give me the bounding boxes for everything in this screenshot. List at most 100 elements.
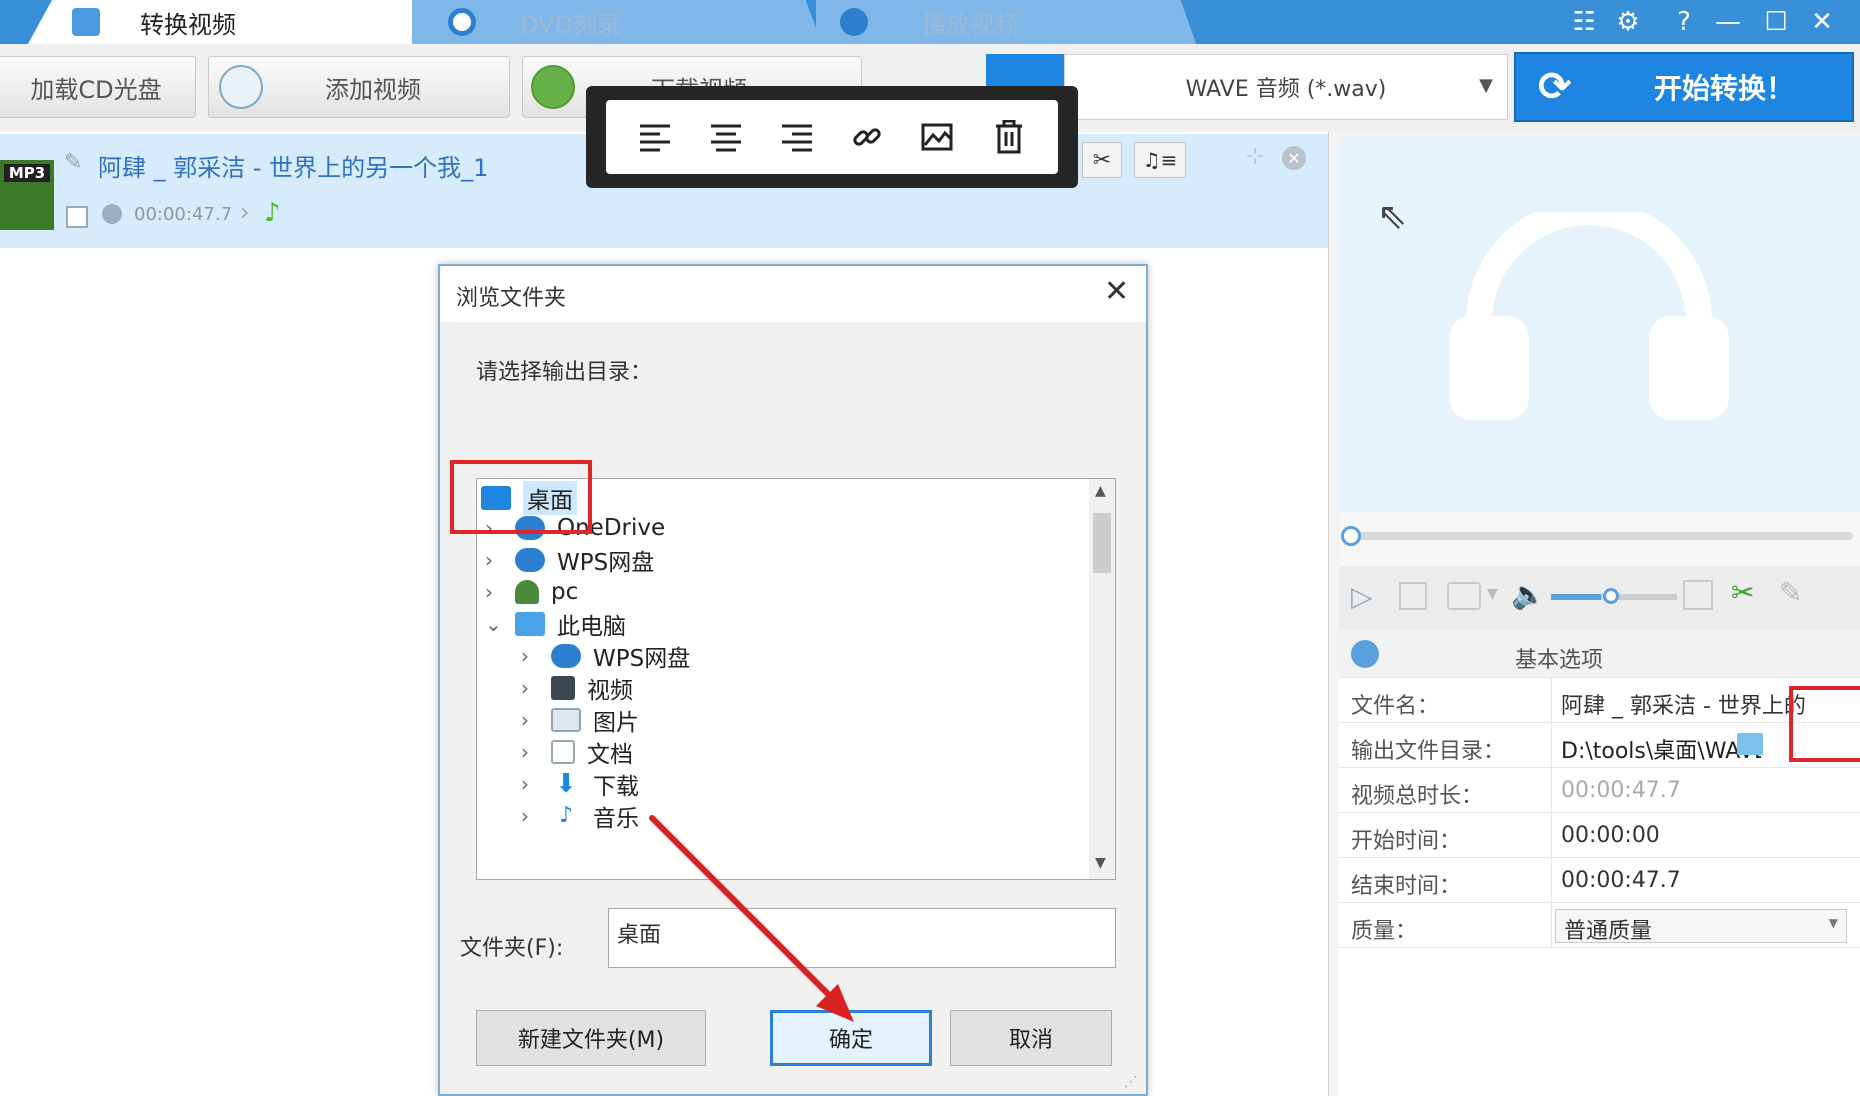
- chevron-right-icon[interactable]: ›: [485, 548, 501, 572]
- player-controls: ▷ ▼ 🔈 ✂ ✎: [1339, 566, 1860, 630]
- chevron-right-icon[interactable]: ›: [521, 676, 537, 700]
- feedback-icon[interactable]: ☷: [1566, 6, 1602, 38]
- option-label: 结束时间：: [1351, 874, 1462, 899]
- cancel-button[interactable]: 取消: [950, 1010, 1112, 1066]
- dialog-title-bar: 浏览文件夹 ✕: [440, 266, 1146, 322]
- tree-item-label: 图片: [593, 710, 639, 736]
- cut-icon[interactable]: ✂: [1082, 142, 1122, 178]
- help-icon[interactable]: ?: [1666, 6, 1702, 38]
- add-video-button[interactable]: 添加视频: [208, 56, 510, 118]
- tree-item-label: 视频: [587, 678, 633, 704]
- chevron-right-icon[interactable]: ›: [485, 580, 501, 604]
- chevron-right-icon[interactable]: ›: [521, 804, 537, 828]
- tab-label: 播放视频: [922, 10, 1018, 39]
- music-folder-icon: ♪: [558, 803, 574, 828]
- scissors-icon[interactable]: ✂: [1731, 576, 1754, 609]
- camera-icon[interactable]: [1447, 582, 1481, 610]
- pin-icon[interactable]: ⊹: [1246, 144, 1264, 169]
- edit-pencil-icon[interactable]: ✎: [64, 150, 82, 175]
- tab-label: 转换视频: [140, 10, 236, 39]
- tab-dvd-burn[interactable]: DVD刻录: [412, 0, 822, 44]
- chevron-right-icon[interactable]: ›: [521, 740, 537, 764]
- chevron-down-icon[interactable]: ⌄: [485, 612, 502, 636]
- end-time-field[interactable]: 00:00:47.7: [1561, 868, 1851, 893]
- scroll-up-icon[interactable]: ▲: [1095, 483, 1106, 499]
- align-right-icon[interactable]: [777, 117, 817, 157]
- remove-icon[interactable]: ✕: [1282, 146, 1306, 170]
- option-label: 输出文件目录：: [1351, 739, 1506, 764]
- chevron-right-icon[interactable]: ›: [521, 644, 537, 668]
- annotation-arrow-icon: [649, 815, 854, 1022]
- play-icon[interactable]: ▷: [1351, 580, 1373, 613]
- options-header: 基本选项: [1339, 632, 1860, 678]
- format-select[interactable]: WAVE 音频 (*.wav) ▼: [1064, 54, 1508, 120]
- cancel-label: 取消: [1008, 1028, 1053, 1053]
- user-icon: [515, 580, 539, 604]
- quality-select[interactable]: 普通质量 ▼: [1555, 909, 1847, 944]
- tree-item-label: 下载: [593, 774, 639, 800]
- tab-convert-video[interactable]: 转换视频: [28, 0, 428, 44]
- start-time-field[interactable]: 00:00:00: [1561, 823, 1851, 848]
- folder-icon[interactable]: [1737, 733, 1763, 755]
- volume-handle[interactable]: [1603, 588, 1619, 604]
- chevron-down-icon: ▼: [1828, 916, 1838, 930]
- picture-folder-icon: [551, 708, 581, 732]
- stop-icon[interactable]: [1399, 582, 1427, 610]
- chevron-right-icon[interactable]: ›: [240, 198, 250, 226]
- highlight-box-folder: [1789, 686, 1860, 762]
- cloud-icon: [515, 548, 545, 572]
- basic-options-panel: 基本选项 文件名： 阿肆 _ 郭采洁 - 世界上的 输出文件目录： D:\too…: [1339, 632, 1860, 1096]
- wrench-icon[interactable]: ✎: [1779, 576, 1802, 609]
- scroll-thumb[interactable]: [1093, 513, 1111, 573]
- option-label: 质量：: [1351, 919, 1418, 944]
- video-folder-icon: [551, 676, 575, 700]
- option-label: 文件名：: [1351, 694, 1440, 719]
- seek-handle[interactable]: [1341, 526, 1361, 546]
- volume-fill: [1551, 594, 1602, 600]
- align-center-icon[interactable]: [706, 117, 746, 157]
- film-plus-icon: [219, 65, 263, 109]
- load-cd-button[interactable]: 加载CD光盘: [0, 56, 196, 118]
- tree-item-label: WPS网盘: [593, 646, 691, 672]
- refresh-icon: ⟳: [1538, 64, 1572, 110]
- file-duration: 00:00:47.7: [134, 204, 233, 225]
- folder-field-label: 文件夹(F):: [460, 936, 564, 961]
- tree-item-music[interactable]: › ♪ 音乐: [521, 797, 639, 835]
- close-icon[interactable]: ✕: [1104, 274, 1129, 309]
- close-icon[interactable]: ✕: [1804, 6, 1840, 38]
- start-convert-label: 开始转换！: [1654, 72, 1795, 105]
- scroll-down-icon[interactable]: ▼: [1095, 855, 1106, 871]
- start-convert-button[interactable]: ⟳ 开始转换！: [1514, 52, 1854, 122]
- file-checkbox[interactable]: [66, 206, 88, 228]
- resize-grip-icon[interactable]: ⋰: [1124, 1074, 1138, 1090]
- tab-play-video[interactable]: 播放视频: [816, 0, 1196, 44]
- seek-bar[interactable]: [1339, 512, 1860, 566]
- highlight-box-desktop: [450, 460, 592, 534]
- delete-icon[interactable]: [989, 117, 1029, 157]
- preview-area: ⇖: [1339, 136, 1860, 512]
- chevron-right-icon[interactable]: ›: [521, 772, 537, 796]
- mouse-cursor-icon: ⇖: [1377, 196, 1408, 237]
- mp3-thumbnail: MP3: [0, 160, 54, 230]
- globe-plus-icon: [531, 65, 575, 109]
- output-dir-field[interactable]: D:\tools\桌面\WAVE: [1561, 733, 1761, 765]
- tree-scrollbar[interactable]: ▲ ▼: [1089, 479, 1115, 879]
- cloud-icon: [551, 644, 581, 668]
- chevron-down-icon[interactable]: ▼: [1487, 586, 1498, 602]
- minimize-icon[interactable]: —: [1710, 6, 1746, 38]
- copy-icon[interactable]: [1683, 580, 1713, 610]
- link-icon[interactable]: [847, 117, 887, 157]
- option-row-quality: 质量： 普通质量 ▼: [1339, 903, 1860, 948]
- edit-image-icon[interactable]: [918, 117, 958, 157]
- play-icon: [840, 8, 868, 36]
- file-title[interactable]: 阿肆 _ 郭采洁 - 世界上的另一个我_1: [98, 148, 488, 183]
- gear-icon[interactable]: ⚙: [1610, 6, 1646, 38]
- chevron-right-icon[interactable]: ›: [521, 708, 537, 732]
- tree-item-label: 文档: [587, 742, 633, 768]
- audio-list-icon[interactable]: ♫≡: [1134, 142, 1186, 178]
- option-row-end-time: 结束时间： 00:00:47.7: [1339, 858, 1860, 903]
- volume-icon[interactable]: 🔈: [1511, 578, 1546, 611]
- tree-item-label: WPS网盘: [557, 550, 655, 576]
- align-left-icon[interactable]: [635, 117, 675, 157]
- maximize-icon[interactable]: ☐: [1758, 6, 1794, 38]
